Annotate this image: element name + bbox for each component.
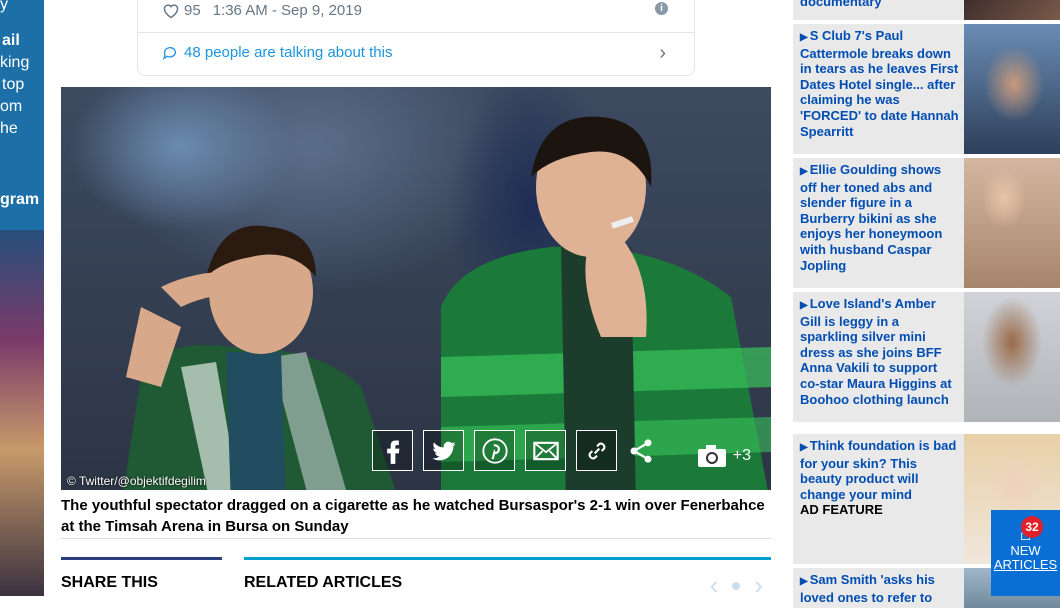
left-ad-image [0,230,44,596]
new-articles-count: 32 [1021,516,1043,538]
sidebar-story-2[interactable]: ▶ Ellie Goulding shows off her toned abs … [793,158,1060,288]
ad-feature-label: AD FEATURE [800,502,883,518]
photo-caption: The youthful spectator dragged on a ciga… [61,497,765,535]
left-ad-text-3: king [0,54,30,71]
story-title: ▶ Ellie Goulding shows off her toned abs … [800,162,960,273]
story-title-text: S Club 7's Paul Cattermole breaks down i… [800,28,959,139]
story-thumbnail [964,292,1060,422]
photo-credit: © Twitter/@objektifdegilim [67,474,206,488]
related-carousel-nav: ‹ › [710,570,763,601]
camera-icon [697,445,726,467]
story-title-text: documentary [800,0,882,9]
left-ad-text-5: om [0,98,23,115]
heart-icon[interactable] [162,3,180,19]
article-photo[interactable]: © Twitter/@objektifdegilim +3 [61,87,771,490]
new-articles-label-2: ARTICLES [993,557,1058,572]
left-ad-text-7: gram [0,191,40,208]
pinterest-share-button[interactable] [474,430,515,471]
share-icon[interactable] [627,437,655,465]
tweet-divider [138,32,694,33]
story-thumbnail [964,158,1060,288]
left-ad-text-6: he [0,120,18,137]
related-articles-header: RELATED ARTICLES ‹ › [244,557,771,600]
link-icon [588,442,605,459]
left-ad-text-4: top [2,76,25,93]
story-thumbnail [964,0,1060,20]
story-title: ▶ Think foundation is bad for your skin? … [800,438,960,518]
story-title: ▶ S Club 7's Paul Cattermole breaks down … [800,28,960,139]
comment-icon [162,46,176,60]
share-this-header: SHARE THIS [61,557,222,592]
photo-share-bar [372,430,655,471]
share-this-label: SHARE THIS [61,574,158,591]
related-articles-label: RELATED ARTICLES [244,574,403,591]
email-icon [532,441,559,460]
link-share-button[interactable] [576,430,617,471]
chevron-right-icon[interactable]: › [659,42,666,65]
pinterest-icon [481,437,508,464]
arrow-right-icon: ▶ [800,442,808,453]
story-title-text: Love Island's Amber Gill is leggy in a s… [800,296,952,407]
arrow-right-icon: ▶ [800,300,808,311]
gallery-button[interactable]: +3 [697,444,751,468]
arrow-right-icon: ▶ [800,166,808,177]
chevron-right-icon[interactable]: › [754,570,763,601]
facebook-share-button[interactable] [372,430,413,471]
caption-divider [61,538,771,539]
story-title-text: Think foundation is bad for your skin? T… [800,438,957,502]
twitter-share-button[interactable] [423,430,464,471]
arrow-right-icon: ▶ [800,32,808,43]
like-count: 95 [184,2,201,19]
chevron-left-icon[interactable]: ‹ [710,570,719,601]
story-title-text: Sam Smith 'asks his loved ones to refer … [800,572,935,605]
left-ad-text-1: y [0,0,8,13]
left-ad-strip[interactable]: y ail king top om he gram [0,0,44,596]
tweet-conversation-link[interactable]: 48 people are talking about this [162,44,392,61]
tweet-meta: 95 1:36 AM - Sep 9, 2019 [162,2,362,19]
story-title: ▶ Sam Smith 'asks his loved ones to refer… [800,572,960,605]
email-share-button[interactable] [525,430,566,471]
talking-text: 48 people are talking about this [184,44,393,61]
info-icon[interactable]: i [655,2,668,15]
carousel-dot[interactable] [732,581,741,590]
tweet-timestamp[interactable]: 1:36 AM - Sep 9, 2019 [213,2,362,19]
arrow-right-icon: ▶ [800,576,808,587]
sidebar-puff-column: documentary ▶ S Club 7's Paul Cattermole … [793,0,1060,608]
child-left-figure [123,225,396,490]
left-ad-text-2: ail [2,32,20,49]
facebook-icon [386,440,399,464]
gallery-count: +3 [732,447,751,464]
new-articles-label-1: NEW [1010,543,1041,558]
sidebar-story-1[interactable]: ▶ S Club 7's Paul Cattermole breaks down … [793,24,1060,154]
sidebar-story-3[interactable]: ▶ Love Island's Amber Gill is leggy in a … [793,292,1060,422]
new-articles-button[interactable]: ⌂ 32 NEW ARTICLES [991,510,1060,596]
embedded-tweet[interactable]: 95 1:36 AM - Sep 9, 2019 i 48 people are… [137,0,695,76]
story-title-text: Ellie Goulding shows off her toned abs a… [800,162,943,273]
sidebar-story-0[interactable]: documentary [793,0,1060,20]
story-title: documentary [800,0,960,10]
twitter-icon [431,441,456,460]
story-thumbnail [964,24,1060,154]
story-title: ▶ Love Island's Amber Gill is leggy in a … [800,296,960,407]
